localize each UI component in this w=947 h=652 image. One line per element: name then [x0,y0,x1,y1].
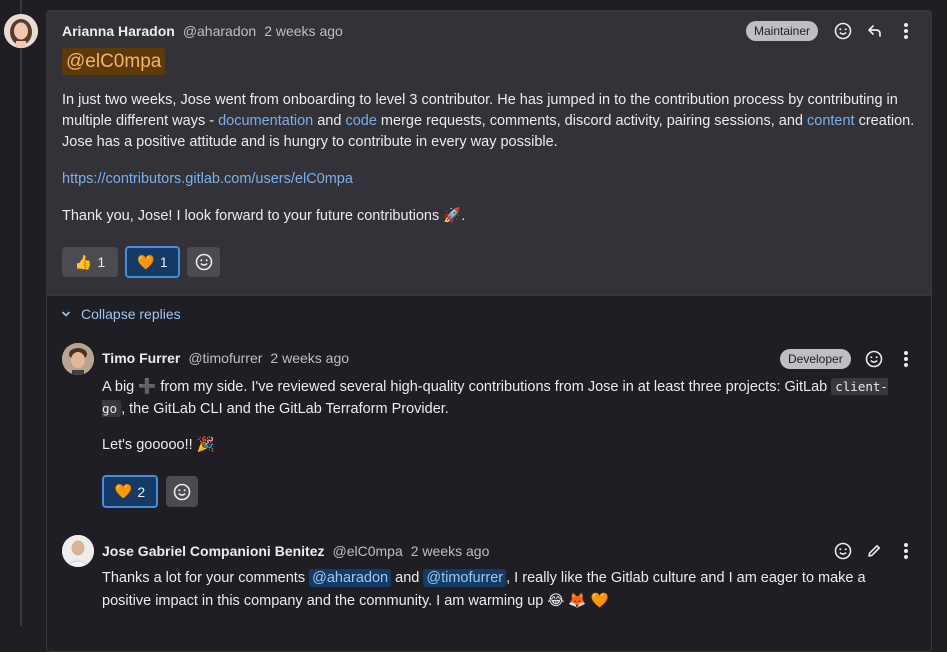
edit-pencil-icon[interactable] [862,539,886,563]
author-handle[interactable]: @timofurrer [188,350,262,366]
role-badge: Maintainer [746,21,819,41]
more-actions-icon[interactable] [894,347,918,371]
contributor-profile-link[interactable]: https://contributors.gitlab.com/users/el… [62,169,353,190]
body-text-segment: , the GitLab CLI and the GitLab Terrafor… [121,401,449,417]
body-text-segment: A big [102,379,139,395]
body-text-segment: Thanks a lot for your comments [102,570,310,586]
timestamp[interactable]: 2 weeks ago [411,543,490,559]
timeline-line [20,0,22,626]
author-name[interactable]: Jose Gabriel Companioni Benitez [102,543,325,559]
discussion-thread: Arianna Haradon @aharadon 2 weeks ago Ma… [46,10,932,652]
reply-header: Timo Furrer @timofurrer 2 weeks ago [102,350,349,366]
reaction-count: 1 [159,254,168,270]
reply-body: Thanks a lot for your comments @aharadon… [102,567,902,613]
author-handle[interactable]: @aharadon [183,23,256,39]
author-handle[interactable]: @elC0mpa [333,543,403,559]
heart-reaction[interactable]: 🧡 2 [102,475,158,508]
mention-timofurrer[interactable]: @timofurrer [423,569,507,587]
role-badge: Developer [780,349,851,369]
content-link[interactable]: content [807,113,855,129]
thumbs-up-reaction[interactable]: 👍 1 [62,247,118,277]
code-link[interactable]: code [345,113,376,129]
author-name[interactable]: Arianna Haradon [62,23,175,39]
documentation-link[interactable]: documentation [218,113,313,129]
orange-heart-icon: 🧡 [137,253,155,270]
add-reaction-button[interactable] [166,476,198,507]
reply-header: Jose Gabriel Companioni Benitez @elC0mpa… [102,543,489,559]
more-actions-icon[interactable] [894,539,918,563]
plus-emoji-icon: ➕ [138,379,157,395]
heart-reaction[interactable]: 🧡 1 [125,246,180,278]
body-text-segment: merge requests, comments, discord activi… [376,113,807,129]
smiley-icon [173,483,191,500]
body-text-segment: and [391,570,424,586]
mention-aharadon[interactable]: @aharadon [309,569,392,587]
add-reaction-icon[interactable] [862,347,886,371]
add-reaction-icon[interactable] [831,539,855,563]
main-comment: Arianna Haradon @aharadon 2 weeks ago Ma… [47,11,931,296]
user-mention[interactable]: @elC0mpa [62,48,166,75]
avatar-timo[interactable] [62,343,94,375]
add-reaction-icon[interactable] [831,19,855,43]
reaction-count: 1 [97,254,106,270]
avatar-jose[interactable] [62,535,94,567]
reply-icon[interactable] [863,19,887,43]
body-text-segment: and [313,113,346,129]
reaction-count: 2 [137,483,146,500]
smiley-icon [195,253,212,271]
collapse-replies-button[interactable]: Collapse replies [61,306,181,322]
timestamp[interactable]: 2 weeks ago [270,350,349,366]
author-name[interactable]: Timo Furrer [102,350,180,366]
comment-body: In just two weeks, Jose went from onboar… [62,90,922,153]
thumbs-up-icon: 👍 [74,253,93,270]
reply-body: A big ➕ from my side. I've reviewed seve… [102,376,902,420]
chevron-down-icon [62,311,70,317]
reply-body-line: Let's gooooo!! 🎉 [102,437,215,453]
timestamp[interactable]: 2 weeks ago [264,23,343,39]
add-reaction-button[interactable] [187,247,220,277]
collapse-replies-label: Collapse replies [81,306,181,322]
body-text-segment: from my side. I've reviewed several high… [156,379,832,395]
orange-heart-icon: 🧡 [114,483,133,499]
thanks-text: Thank you, Jose! I look forward to your … [62,208,466,224]
avatar-arianna[interactable] [4,14,38,48]
more-actions-icon[interactable] [894,19,918,43]
comment-header: Arianna Haradon @aharadon 2 weeks ago [62,23,343,39]
